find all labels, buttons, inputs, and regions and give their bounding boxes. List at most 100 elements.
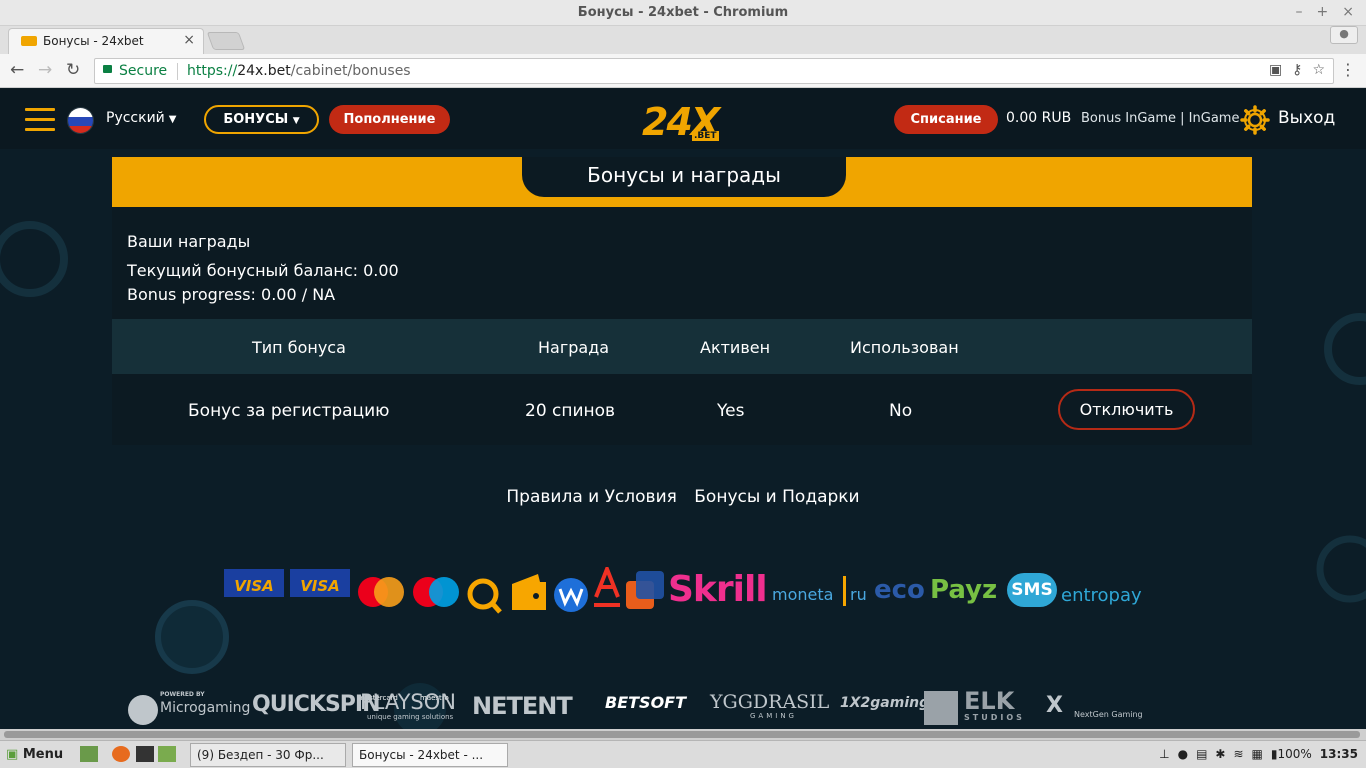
moneta-logo: moneta bbox=[772, 585, 834, 604]
site-logo[interactable]: 24X .BET bbox=[642, 103, 724, 143]
betsoft-logo: BETSOFT bbox=[605, 693, 687, 712]
mint-logo-icon: ▣ bbox=[6, 747, 19, 762]
site-header: Русский ▼ БОНУСЫ ▼ Пополнение 24X .BET Сп… bbox=[0, 89, 1366, 149]
moneta-ru-label: ru bbox=[850, 585, 867, 604]
bonus-used-cell: No bbox=[889, 401, 913, 421]
omnibox-separator bbox=[177, 63, 178, 80]
firefox-icon[interactable] bbox=[112, 746, 130, 762]
scrollbar-thumb[interactable] bbox=[4, 731, 1360, 738]
logo-subtext: .BET bbox=[692, 131, 719, 141]
taskbar-window-firefox[interactable]: (9) Бездеп - 30 Фр... bbox=[190, 743, 346, 767]
update-icon[interactable]: ▦ bbox=[1252, 747, 1263, 761]
clock[interactable]: 13:35 bbox=[1320, 747, 1358, 761]
bookmark-star-icon[interactable]: ☆ bbox=[1312, 62, 1325, 78]
profile-icon[interactable]: ● bbox=[1330, 26, 1358, 44]
microgaming-logo: Microgaming bbox=[160, 700, 251, 716]
visa-logo: VISA bbox=[224, 569, 284, 619]
sms-logo: SMS bbox=[1007, 573, 1057, 607]
russia-flag-icon[interactable] bbox=[67, 107, 94, 134]
browser-tab[interactable]: Бонусы - 24xbet × bbox=[8, 28, 204, 54]
logout-link[interactable]: Выход bbox=[1278, 108, 1335, 128]
horizontal-scrollbar[interactable] bbox=[0, 729, 1366, 740]
close-icon[interactable]: × bbox=[1342, 4, 1354, 20]
secure-label: Secure bbox=[119, 63, 168, 79]
lock-icon bbox=[103, 65, 112, 73]
bonus-balance-text: Текущий бонусный баланс: 0.00 bbox=[127, 261, 399, 280]
taskbar-window-chromium[interactable]: Бонусы - 24xbet - ... bbox=[352, 743, 508, 767]
address-bar[interactable]: Secure https://24x.bet/cabinet/bonuses ▣… bbox=[94, 58, 1334, 84]
bonus-reward-cell: 20 спинов bbox=[525, 401, 616, 421]
tab-close-icon[interactable]: × bbox=[183, 32, 195, 48]
column-header-used: Использован bbox=[850, 338, 959, 357]
key-icon[interactable]: ⚷ bbox=[1292, 62, 1302, 78]
bonus-ingame-text[interactable]: Bonus InGame | InGame bbox=[1081, 111, 1239, 126]
wifi-icon[interactable]: ≋ bbox=[1233, 747, 1243, 761]
deposit-button[interactable]: Пополнение bbox=[329, 105, 450, 134]
url-host: 24x.bet bbox=[237, 63, 291, 79]
bonuses-dropdown-button[interactable]: БОНУСЫ ▼ bbox=[204, 105, 319, 134]
microgaming-icon bbox=[128, 695, 158, 725]
start-menu-button[interactable]: ▣ Menu bbox=[6, 747, 63, 762]
ecopayz-eco-logo: eco bbox=[874, 575, 925, 605]
show-desktop-icon[interactable] bbox=[80, 746, 98, 762]
new-tab-button[interactable] bbox=[206, 32, 246, 50]
table-header: Тип бонуса Награда Активен Использован bbox=[112, 319, 1252, 374]
browser-toolbar: ← → ↻ Secure https://24x.bet/cabinet/bon… bbox=[0, 54, 1366, 88]
back-icon[interactable]: ← bbox=[10, 60, 24, 80]
files-icon[interactable] bbox=[158, 746, 176, 762]
bonus-type-cell: Бонус за регистрацию bbox=[188, 401, 390, 421]
reload-icon[interactable]: ↻ bbox=[66, 60, 80, 80]
your-awards-label: Ваши награды bbox=[127, 232, 251, 251]
url-text[interactable]: https://24x.bet/cabinet/bonuses bbox=[187, 63, 411, 79]
chevron-down-icon: ▼ bbox=[168, 114, 177, 125]
netent-logo: NETENT bbox=[472, 692, 573, 720]
bonuses-gifts-link[interactable]: Бонусы и Подарки bbox=[694, 487, 859, 507]
favicon-icon bbox=[21, 36, 37, 46]
footer-links: Правила и Условия Бонусы и Подарки bbox=[0, 487, 1366, 507]
omnibox-icons: ▣ ⚷ ☆ bbox=[1269, 62, 1325, 78]
terminal-icon[interactable] bbox=[136, 746, 154, 762]
qiwi-logo bbox=[467, 578, 502, 614]
window-controls: – + × bbox=[1296, 4, 1354, 20]
url-path: /cabinet/bonuses bbox=[290, 63, 411, 79]
moneta-divider bbox=[843, 576, 846, 606]
tab-label: Бонусы - 24xbet bbox=[43, 34, 144, 48]
promsvyazbank-logo bbox=[626, 571, 664, 609]
yggdrasil-tagline: GAMING bbox=[750, 712, 797, 720]
mastercard-logo bbox=[358, 577, 404, 607]
tab-strip: Бонусы - 24xbet × ● bbox=[0, 26, 1366, 54]
nextgen-x-icon: X bbox=[1046, 693, 1063, 718]
browser-menu-icon[interactable]: ⋮ bbox=[1340, 60, 1356, 79]
balance-display: 0.00 RUB bbox=[1006, 110, 1072, 126]
panel-title-tab: Бонусы и награды bbox=[522, 157, 846, 197]
table-row: Бонус за регистрацию 20 спинов Yes No От… bbox=[112, 374, 1252, 445]
hamburger-menu-icon[interactable] bbox=[25, 108, 55, 132]
maximize-icon[interactable]: + bbox=[1317, 4, 1329, 20]
disable-bonus-button[interactable]: Отключить bbox=[1058, 389, 1195, 430]
gear-icon[interactable] bbox=[1240, 105, 1270, 135]
elk-logo: ELK bbox=[964, 687, 1015, 715]
bonus-active-cell: Yes bbox=[717, 401, 745, 421]
battery-percent: 100% bbox=[1277, 747, 1312, 761]
column-header-reward: Награда bbox=[538, 338, 610, 357]
maestro-logo bbox=[413, 577, 459, 607]
skrill-logo: Skrill bbox=[668, 569, 768, 610]
forward-icon[interactable]: → bbox=[38, 60, 52, 80]
bluetooth-icon[interactable]: ✱ bbox=[1215, 747, 1225, 761]
bonuses-label: БОНУСЫ bbox=[223, 112, 289, 127]
battery-label[interactable]: ▮100% bbox=[1271, 747, 1312, 761]
clipboard-icon[interactable]: ▤ bbox=[1196, 747, 1207, 761]
network-icon[interactable]: ⊥ bbox=[1159, 747, 1169, 761]
ecopayz-payz-logo: Payz bbox=[930, 575, 998, 605]
user-icon[interactable]: ● bbox=[1178, 747, 1188, 761]
desktop-taskbar: ▣ Menu (9) Бездеп - 30 Фр... Бонусы - 24… bbox=[0, 740, 1366, 768]
system-tray: ⊥ ● ▤ ✱ ≋ ▦ ▮100% 13:35 bbox=[1159, 747, 1358, 761]
playson-logo: PLAYSON bbox=[360, 690, 456, 714]
withdraw-button[interactable]: Списание bbox=[894, 105, 998, 134]
minimize-icon[interactable]: – bbox=[1296, 4, 1303, 20]
webmoney-logo bbox=[554, 578, 588, 612]
language-selector[interactable]: Русский ▼ bbox=[106, 110, 176, 126]
terms-link[interactable]: Правила и Условия bbox=[506, 487, 676, 507]
nextgen-logo: NextGen Gaming bbox=[1074, 710, 1143, 719]
popup-blocked-icon[interactable]: ▣ bbox=[1269, 62, 1282, 78]
